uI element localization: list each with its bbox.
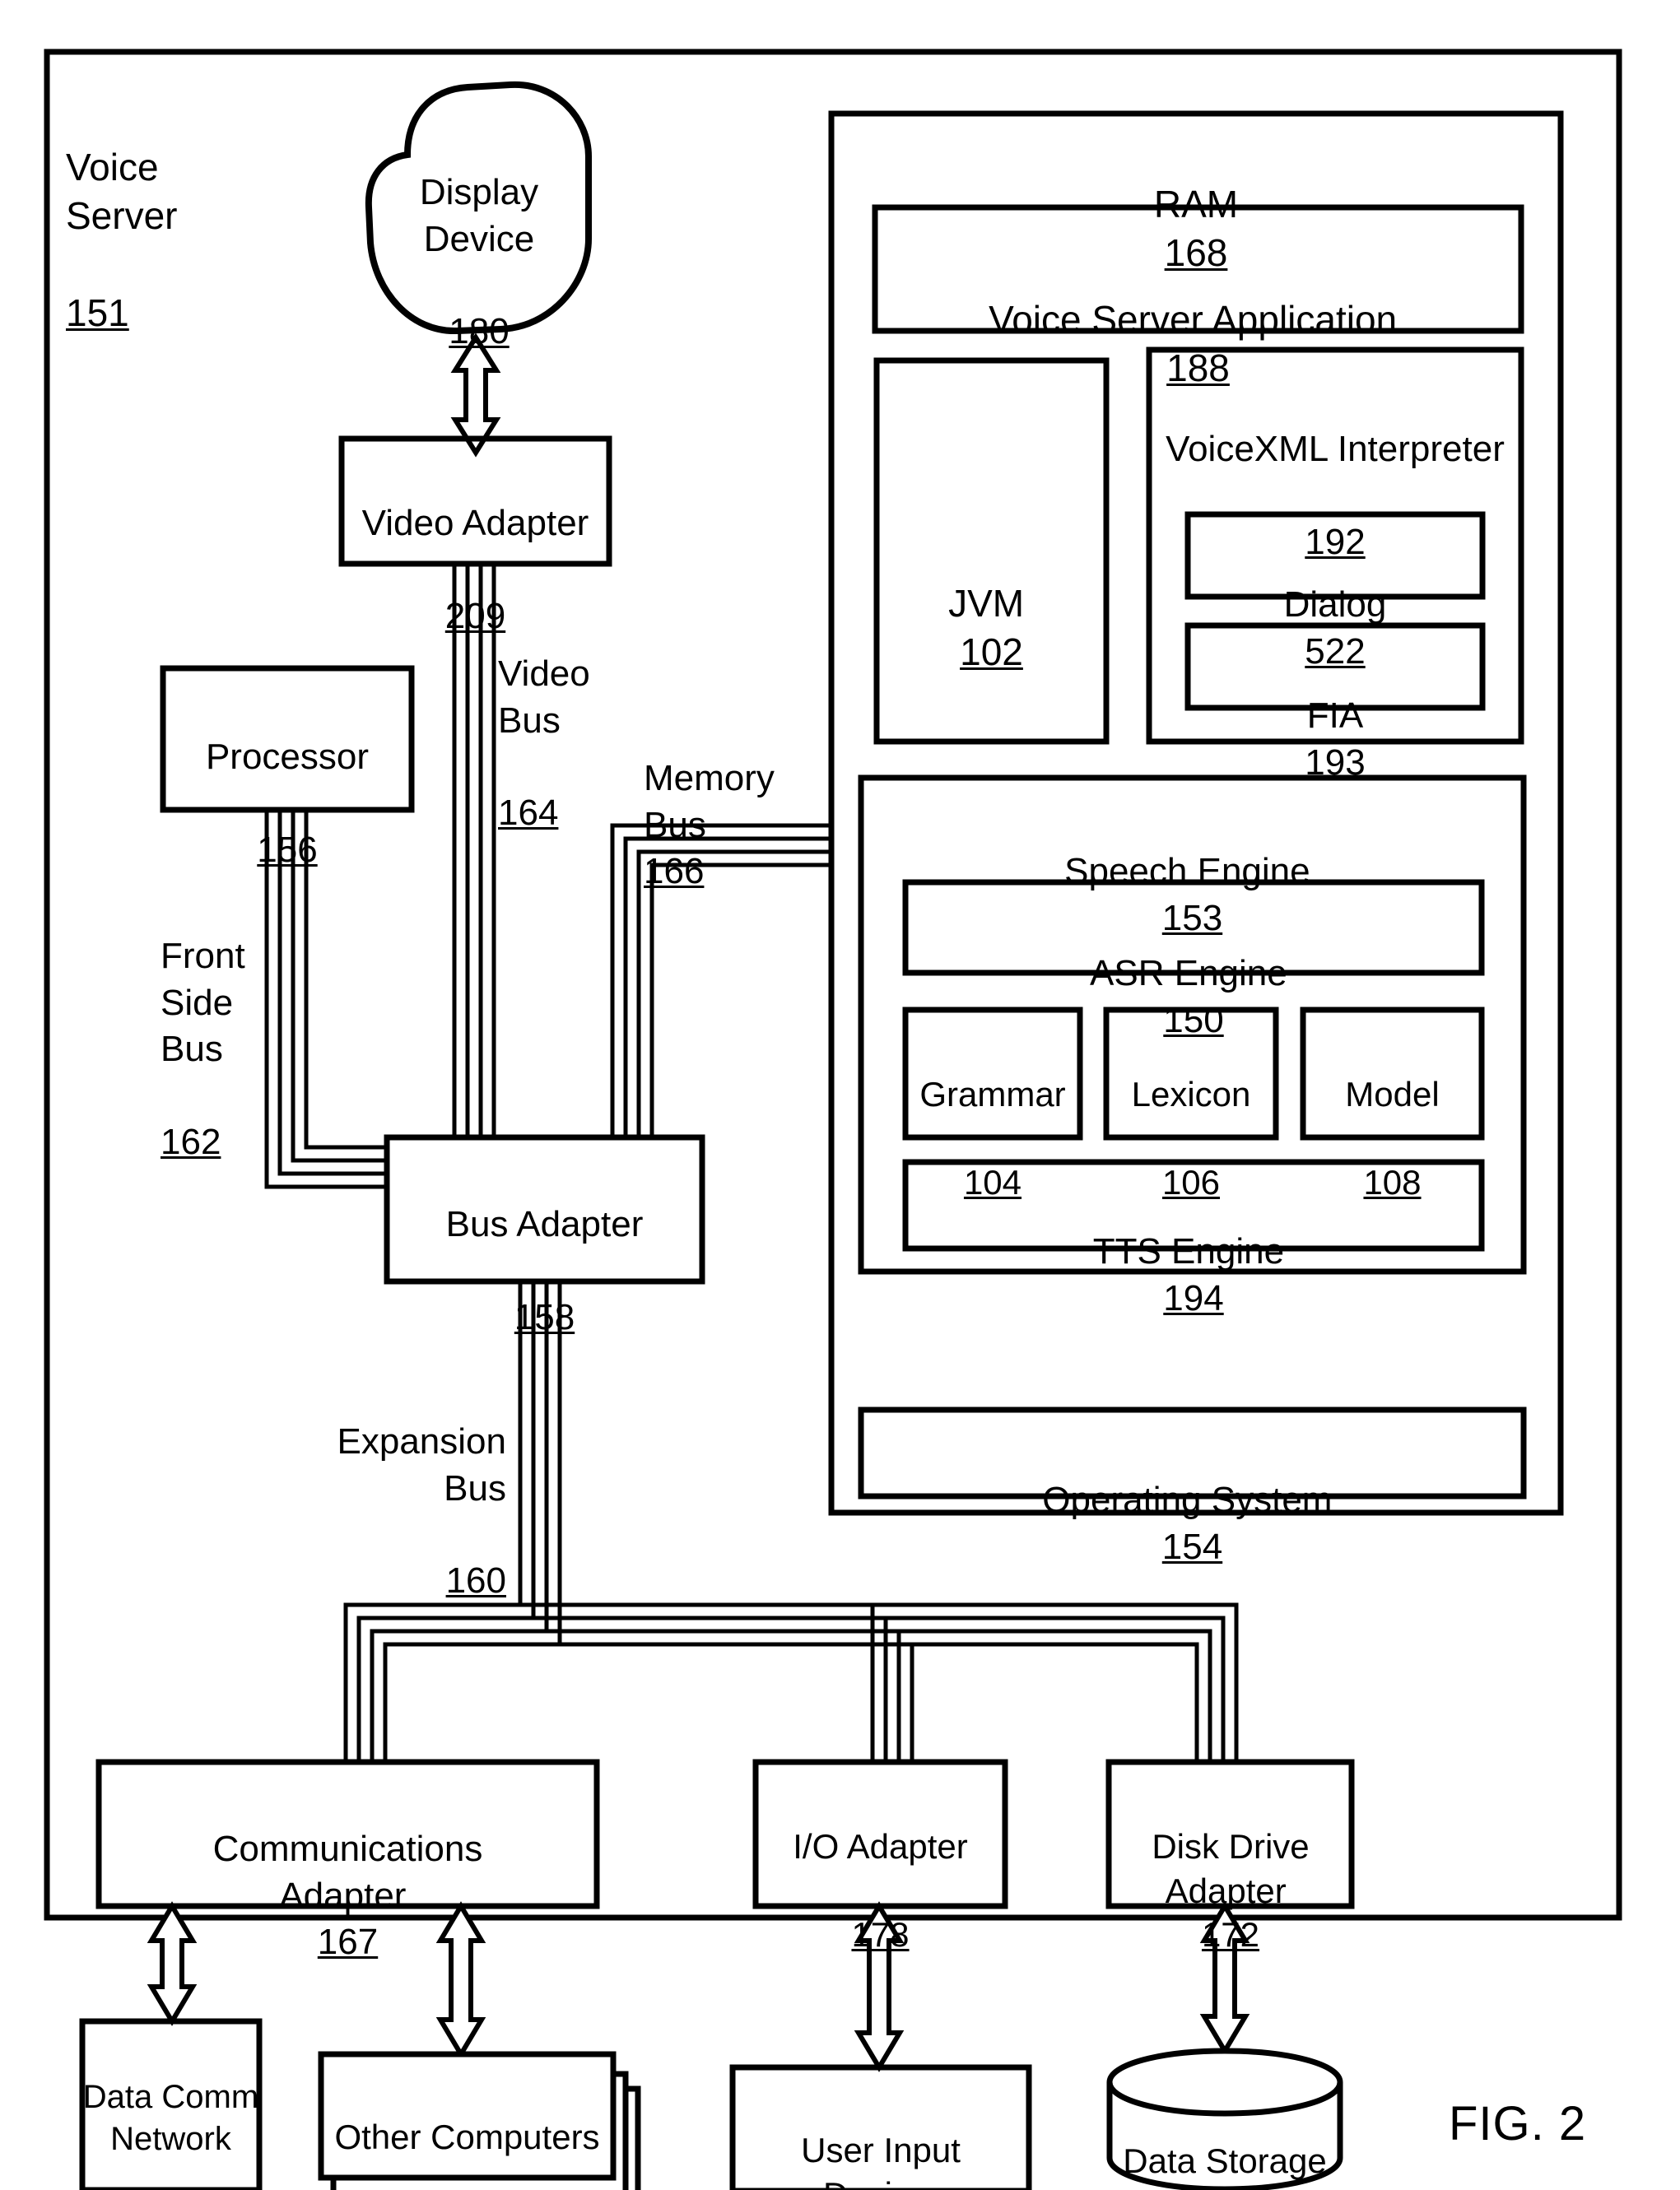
user-input-device-label: User Input Device 181 [801,2130,961,2190]
voice-server-application-label: Voice Server Application 188 [989,297,1398,389]
disk-drive-adapter-label: Disk Drive Adapter 172 [1152,1826,1310,1955]
operating-system-label: Operating System 154 [1042,1480,1333,1567]
memory-bus-label: Memory Bus 166 [644,758,775,891]
grammar-label: Grammar 104 [919,1074,1066,1202]
fia-label: FIA 193 [1305,695,1366,783]
asr-engine-label: ASR Engine 150 [1090,953,1287,1040]
voice-server-title: Voice Server 151 [66,145,178,334]
figure-label: FIG. 2 [1449,2097,1587,2151]
jvm-label: JVM 102 [948,581,1025,673]
video-bus-label: Video Bus 164 [498,653,590,834]
front-side-bus-label: Front Side Bus 162 [161,936,245,1162]
io-adapter-label: I/O Adapter 178 [793,1826,968,1955]
display-device-label: Display Device 180 [419,172,539,352]
communications-adapter-label: Communications Adapter 167 [212,1829,483,1962]
video-bus-lines [452,564,496,1137]
tts-engine-label: TTS Engine 194 [1092,1231,1285,1318]
expansion-bus-mid-branch [870,1605,914,1762]
lexicon-label: Lexicon 106 [1131,1074,1251,1202]
expansion-bus-right-branch [520,1602,1239,1762]
data-comm-network-label: Data Comm Network 100 [82,2079,259,2158]
processor-label: Processor 156 [205,737,370,870]
figure-canvas: Voice Server 151 Display Device 180 Vide… [0,0,1680,2190]
model-label: Model 108 [1345,1074,1440,1202]
data-storage-label: Data Storage 170 [1123,2141,1327,2180]
expansion-bus-label: Expansion Bus 160 [337,1421,506,1602]
other-computers-label: Other Computers 182 [334,2117,600,2156]
bus-adapter-label: Bus Adapter 158 [445,1204,644,1337]
